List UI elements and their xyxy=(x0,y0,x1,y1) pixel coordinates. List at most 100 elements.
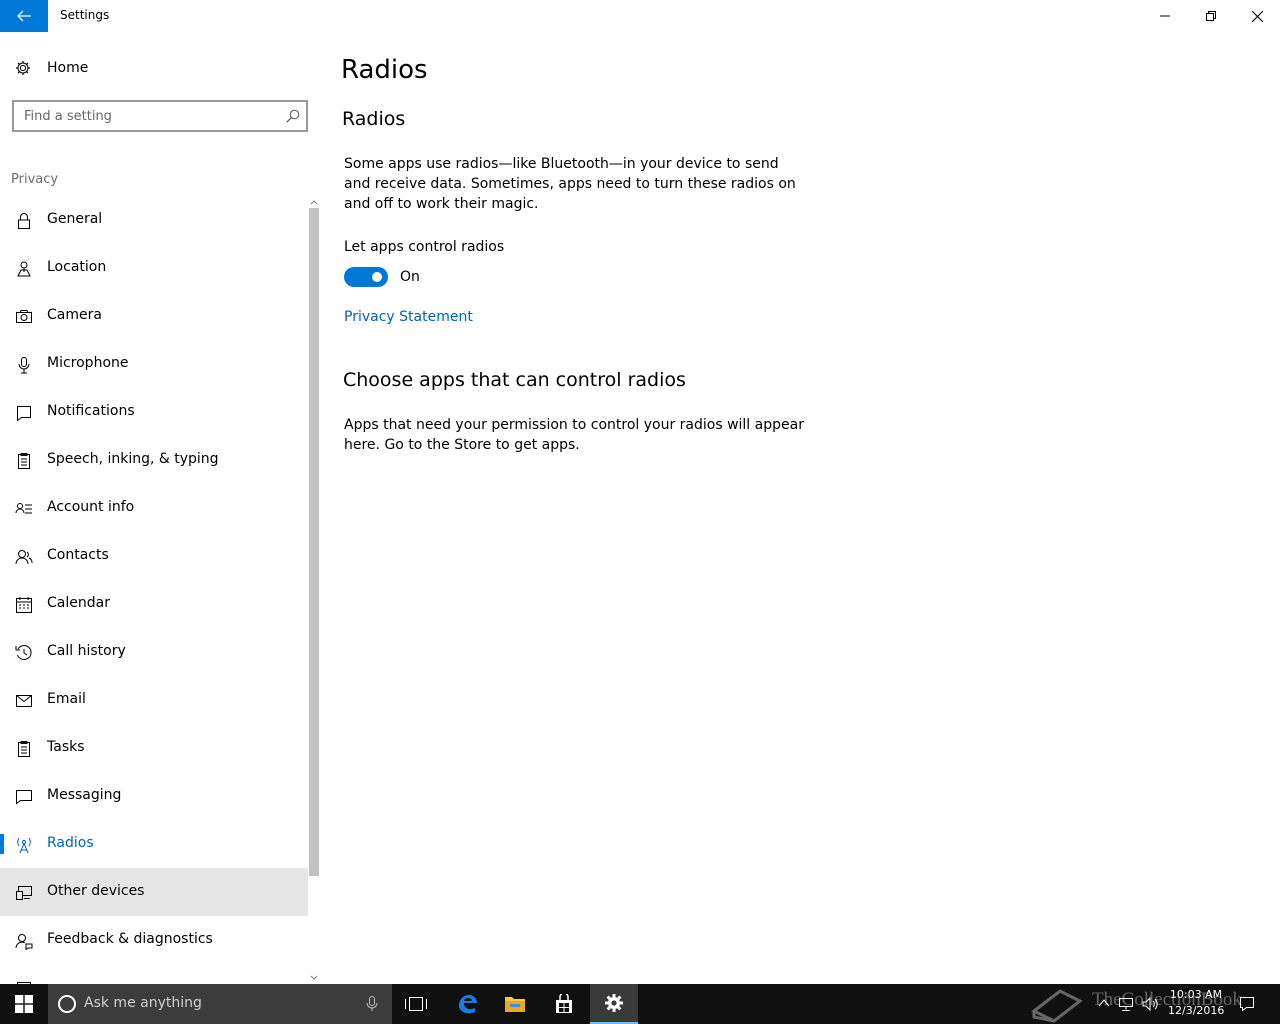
window-title: Settings xyxy=(60,8,110,22)
page-title: Radios xyxy=(341,55,428,85)
title-bar: Settings xyxy=(0,0,1280,32)
windows-logo-icon xyxy=(15,995,33,1013)
sidebar-item-label: Calendar xyxy=(47,595,110,611)
account-info-icon xyxy=(15,503,32,514)
privacy-nav-list: General Location Camera Microphone Notif… xyxy=(0,196,308,984)
microphone-icon[interactable] xyxy=(366,996,378,1012)
restore-button[interactable] xyxy=(1188,0,1234,32)
toggle-knob xyxy=(372,272,382,282)
sidebar-item-label: Location xyxy=(47,259,107,275)
minimize-button[interactable] xyxy=(1142,0,1188,32)
lock-icon xyxy=(18,213,30,229)
sidebar-item-calendar[interactable]: Calendar xyxy=(0,580,308,628)
location-icon xyxy=(17,261,31,277)
folder-icon xyxy=(505,997,525,1012)
section-title-radios: Radios xyxy=(342,108,406,130)
store-button[interactable] xyxy=(540,984,588,1024)
sidebar-item-label: Messaging xyxy=(47,787,122,803)
task-view-icon xyxy=(405,997,427,1011)
sidebar-item-label: Feedback & diagnostics xyxy=(47,931,213,947)
sidebar-item-label: Other devices xyxy=(47,883,145,899)
clock-date: 12/3/2016 xyxy=(1168,1004,1225,1017)
call-history-icon xyxy=(15,645,32,661)
back-button[interactable] xyxy=(0,0,48,32)
calendar-icon xyxy=(16,597,32,613)
toggle-label: Let apps control radios xyxy=(344,239,505,255)
cortana-icon xyxy=(58,995,76,1013)
sidebar-item-notifications[interactable]: Notifications xyxy=(0,388,308,436)
sidebar-item-microphone[interactable]: Microphone xyxy=(0,340,308,388)
sidebar-item-label: Account info xyxy=(47,499,135,515)
radios-toggle-switch[interactable] xyxy=(344,267,388,287)
sidebar-item-label: Radios xyxy=(47,835,94,851)
task-view-button[interactable] xyxy=(392,984,440,1024)
section-label-privacy: Privacy xyxy=(11,172,59,187)
scroll-down-arrow-icon[interactable] xyxy=(308,972,320,984)
sidebar-item-call-history[interactable]: Call history xyxy=(0,628,308,676)
feedback-icon xyxy=(15,934,33,950)
action-center-icon[interactable] xyxy=(1239,996,1255,1012)
radios-icon xyxy=(17,837,31,854)
cortana-search-box[interactable]: Ask me anything xyxy=(48,984,392,1024)
camera-icon xyxy=(16,310,32,323)
sidebar-item-radios[interactable]: Radios xyxy=(0,820,308,868)
book-logo-icon xyxy=(1031,989,1083,1023)
email-icon xyxy=(16,695,32,707)
gear-icon xyxy=(16,61,30,75)
sidebar-item-label: Notifications xyxy=(47,403,135,419)
scrollbar-thumb[interactable] xyxy=(309,208,319,876)
home-label: Home xyxy=(47,60,89,76)
close-button[interactable] xyxy=(1234,0,1280,32)
sidebar-item-contacts[interactable]: Contacts xyxy=(0,532,308,580)
sidebar-item-location[interactable]: Location xyxy=(0,244,308,292)
sidebar-item-label: Contacts xyxy=(47,547,109,563)
sidebar-item-messaging[interactable]: Messaging xyxy=(0,772,308,820)
sidebar-item-other-devices[interactable]: Other devices xyxy=(0,868,308,916)
network-icon[interactable] xyxy=(1118,996,1134,1012)
edge-icon xyxy=(459,995,477,1014)
show-hidden-icons-chevron-icon[interactable] xyxy=(1098,998,1110,1008)
sidebar-item-label: General xyxy=(47,211,103,227)
other-devices-icon xyxy=(16,886,32,900)
restore-icon xyxy=(1206,11,1216,21)
sidebar-item-feedback[interactable]: Feedback & diagnostics xyxy=(0,916,308,964)
choose-apps-description: Apps that need your permission to contro… xyxy=(344,417,804,453)
privacy-statement-link[interactable]: Privacy Statement xyxy=(344,309,473,325)
back-arrow-icon xyxy=(17,10,31,22)
edge-button[interactable] xyxy=(443,984,491,1024)
settings-search-box[interactable] xyxy=(12,100,308,132)
notifications-icon xyxy=(17,406,31,422)
sidebar-item-label: Microphone xyxy=(47,355,129,371)
minimize-icon xyxy=(1160,15,1170,17)
sidebar-item-partial[interactable] xyxy=(0,964,308,984)
sidebar-item-speech[interactable]: Speech, inking, & typing xyxy=(0,436,308,484)
sidebar-item-general[interactable]: General xyxy=(0,196,308,244)
volume-icon[interactable] xyxy=(1142,996,1160,1012)
settings-taskbar-button[interactable] xyxy=(590,984,638,1024)
clock-time: 10:03 AM xyxy=(1169,988,1223,1001)
sidebar-item-label: Speech, inking, & typing xyxy=(47,451,219,467)
system-clock[interactable]: 10:03 AM 12/3/2016 xyxy=(1168,987,1224,1019)
search-input[interactable] xyxy=(24,102,274,130)
start-button[interactable] xyxy=(0,984,48,1024)
sidebar-item-email[interactable]: Email xyxy=(0,676,308,724)
sidebar-item-label: Tasks xyxy=(47,739,85,755)
sidebar-scrollbar[interactable] xyxy=(308,196,320,984)
sidebar-item-account-info[interactable]: Account info xyxy=(0,484,308,532)
contacts-icon xyxy=(15,550,33,565)
taskbar: Ask me anything TheCollectionBook 10:03 … xyxy=(0,984,1280,1024)
file-explorer-button[interactable] xyxy=(491,984,539,1024)
search-icon[interactable] xyxy=(286,109,300,123)
sidebar-item-label: Email xyxy=(47,691,86,707)
sidebar-item-label: Camera xyxy=(47,307,102,323)
home-nav-item[interactable]: Home xyxy=(0,52,308,84)
sidebar-item-camera[interactable]: Camera xyxy=(0,292,308,340)
selection-indicator xyxy=(0,834,4,854)
radios-description: Some apps use radios—like Bluetooth—in y… xyxy=(344,156,796,212)
scroll-up-arrow-icon[interactable] xyxy=(308,196,320,208)
toggle-state-text: On xyxy=(400,269,420,285)
speech-icon xyxy=(18,453,30,469)
sidebar-item-label: Call history xyxy=(47,643,126,659)
close-icon xyxy=(1251,10,1263,22)
sidebar-item-tasks[interactable]: Tasks xyxy=(0,724,308,772)
